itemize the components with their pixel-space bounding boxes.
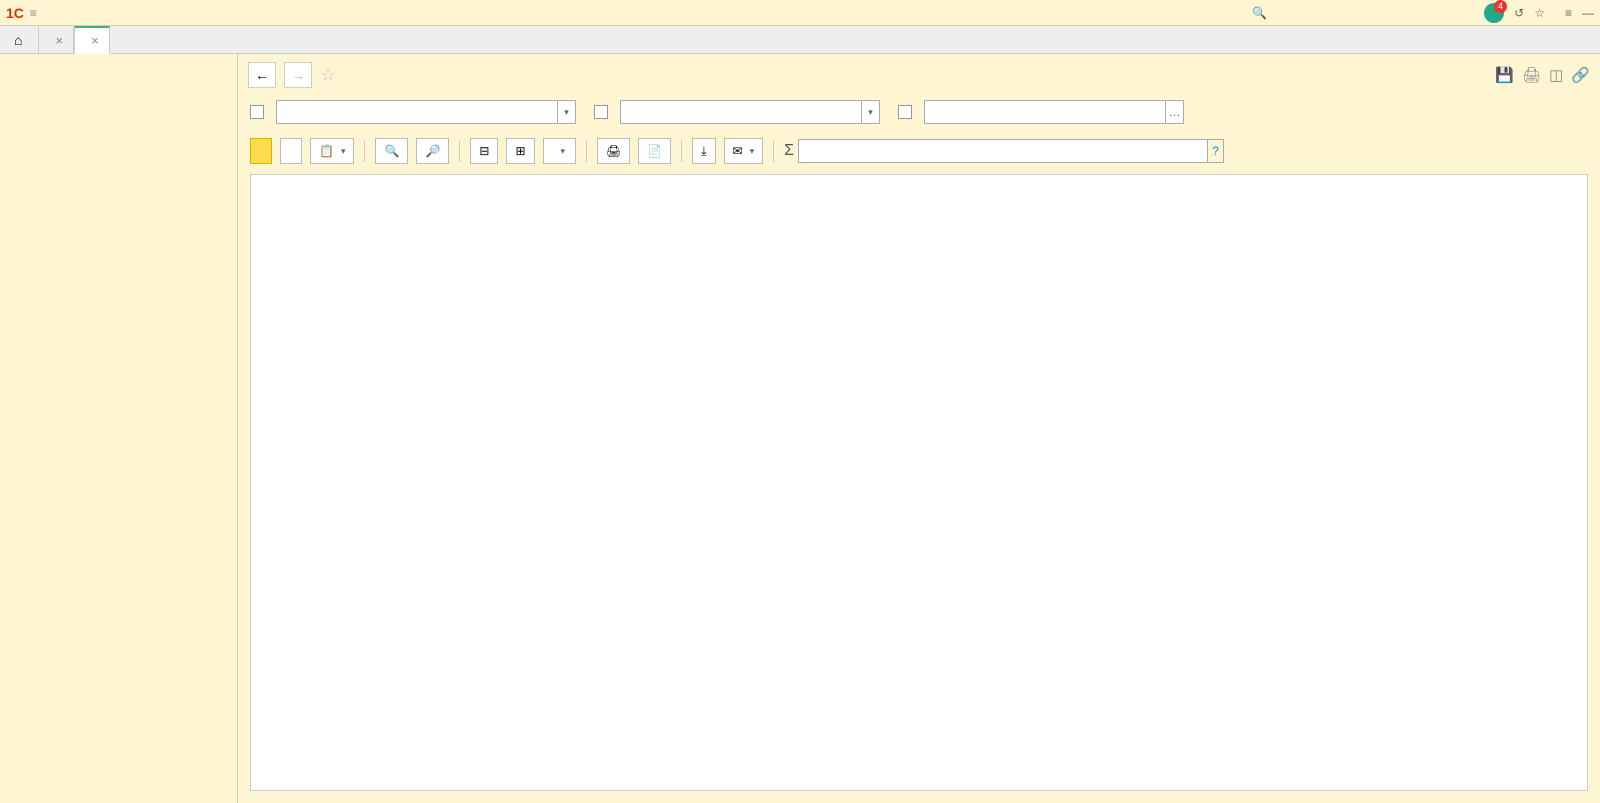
save-icon[interactable]: 💾: [1495, 66, 1514, 84]
minimize-icon[interactable]: —: [1582, 6, 1594, 20]
sidebar: [0, 54, 238, 803]
report-table[interactable]: [250, 174, 1588, 791]
lk-input[interactable]: ▾: [276, 100, 576, 124]
global-search[interactable]: 🔍: [1252, 6, 1472, 20]
menu-icon[interactable]: ≡: [30, 6, 37, 20]
close-icon[interactable]: ×: [55, 33, 63, 48]
tab-info[interactable]: ×: [39, 28, 74, 53]
sklad-checkbox[interactable]: [898, 105, 912, 119]
sklad-input[interactable]: …: [924, 100, 1184, 124]
tab-home[interactable]: [4, 27, 39, 53]
help-icon[interactable]: ?: [1208, 139, 1224, 163]
favorite-icon[interactable]: ☆: [1534, 6, 1545, 20]
find-clear-button[interactable]: 🔎: [416, 138, 449, 164]
ellipsis-icon[interactable]: …: [1165, 101, 1183, 123]
filter-bar: ▾ ▾ …: [238, 96, 1600, 134]
settings-lines-icon[interactable]: ≡: [1565, 6, 1572, 20]
forward-button[interactable]: →: [284, 62, 312, 88]
tabbar: × ×: [0, 26, 1600, 54]
expand-to-button[interactable]: ▾: [543, 138, 577, 164]
expand-button[interactable]: ⊞: [506, 138, 534, 164]
link-icon[interactable]: 🔗: [1571, 66, 1590, 84]
toolbar: 📋▾ 🔍 🔎 ⊟ ⊞ ▾ 🖨 📄 ⤓ ✉▾ Σ ?: [238, 134, 1600, 174]
history-icon[interactable]: ↺: [1514, 6, 1524, 20]
app-logo: 1C: [6, 5, 24, 21]
export-button[interactable]: ⤓: [692, 138, 715, 164]
tovar-input[interactable]: ▾: [620, 100, 880, 124]
close-icon[interactable]: ×: [91, 33, 99, 48]
star-icon[interactable]: ☆: [320, 65, 336, 86]
back-button[interactable]: ←: [248, 62, 276, 88]
topbar: 1C ≡ 🔍 ↺ ☆ ≡ —: [0, 0, 1600, 26]
sigma-input[interactable]: [798, 139, 1208, 163]
titlebar: ← → ☆ 💾 🖨 ◫ 🔗: [238, 54, 1600, 96]
lk-checkbox[interactable]: [250, 105, 264, 119]
popout-icon[interactable]: ◫: [1549, 66, 1563, 84]
find-button[interactable]: 🔍: [375, 138, 408, 164]
form-button[interactable]: [250, 138, 272, 164]
print-button[interactable]: 🖨: [597, 138, 630, 164]
dropdown-icon[interactable]: ▾: [861, 101, 879, 123]
sigma-icon: Σ: [784, 142, 794, 160]
tab-active[interactable]: ×: [74, 26, 110, 54]
dropdown-icon[interactable]: ▾: [557, 101, 575, 123]
print-icon[interactable]: 🖨: [1522, 66, 1541, 84]
variants-button[interactable]: 📋▾: [310, 138, 354, 164]
tovar-checkbox[interactable]: [594, 105, 608, 119]
search-icon: 🔍: [1252, 6, 1267, 20]
notification-badge[interactable]: [1484, 3, 1504, 23]
search-input[interactable]: [1271, 6, 1451, 20]
mail-button[interactable]: ✉▾: [724, 138, 764, 164]
settings-button[interactable]: [280, 138, 302, 164]
collapse-button[interactable]: ⊟: [470, 138, 498, 164]
preview-button[interactable]: 📄: [638, 138, 671, 164]
